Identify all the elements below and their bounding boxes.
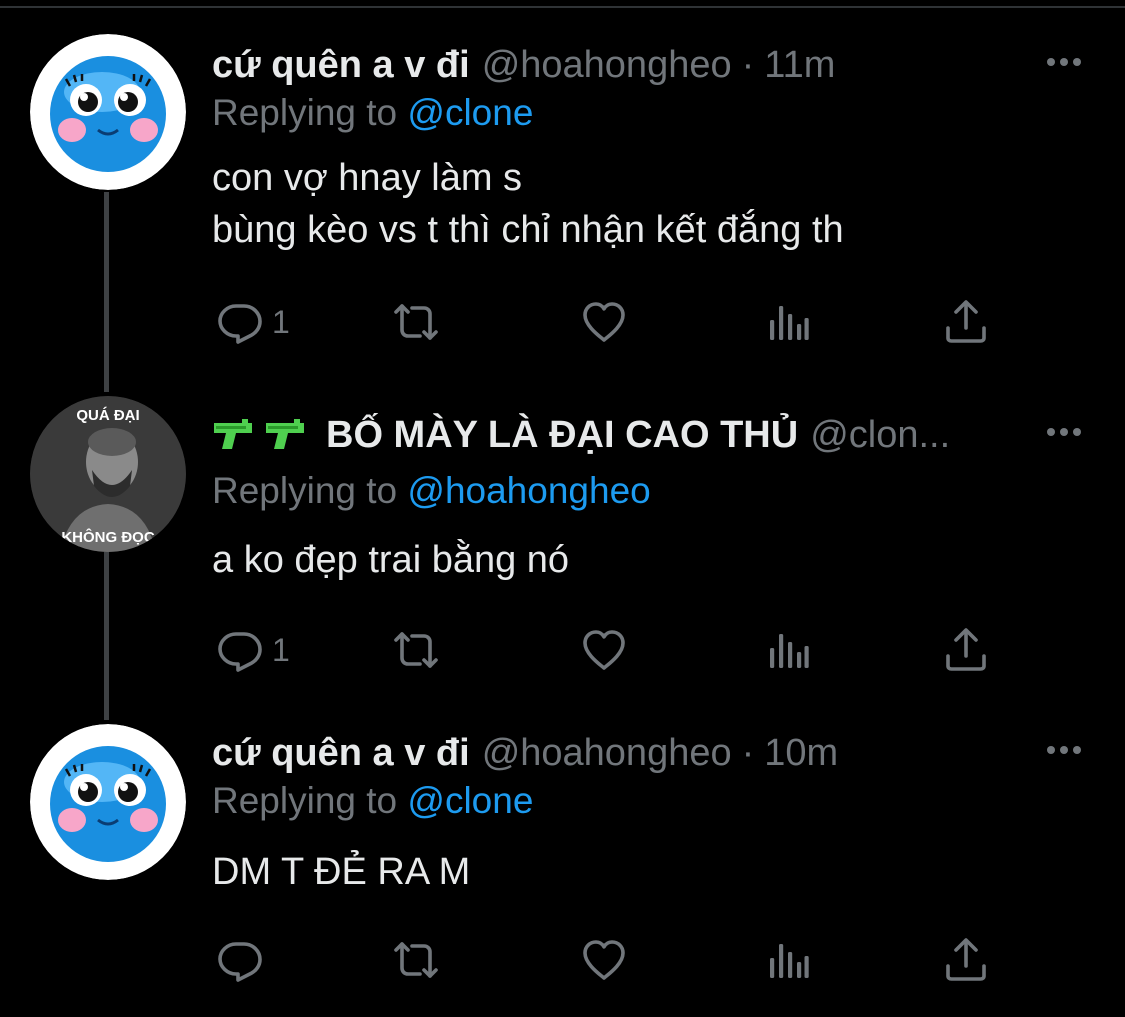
replying-prefix: Replying to <box>212 470 398 511</box>
mention-link[interactable]: @clone <box>407 780 533 821</box>
water-pistol-icon <box>214 419 252 449</box>
views-button[interactable] <box>764 626 812 674</box>
views-button[interactable] <box>764 936 812 984</box>
more-icon[interactable] <box>1047 746 1081 754</box>
like-button[interactable] <box>580 298 628 346</box>
reply-icon <box>216 298 264 346</box>
share-button[interactable] <box>942 626 990 674</box>
replying-to: Replying to @clone <box>212 780 533 822</box>
views-icon <box>764 936 812 984</box>
user-handle[interactable]: @hoahongheo <box>482 732 732 775</box>
timestamp[interactable]: 11m <box>764 44 835 87</box>
views-icon <box>764 626 812 674</box>
avatar[interactable] <box>30 724 186 880</box>
tweet[interactable]: cứ quên a v đi @hoahongheo · 10m Replyin… <box>0 728 1125 1008</box>
tweet[interactable]: cứ quên a v đi @hoahongheo · 11m Replyin… <box>0 40 1125 370</box>
action-bar: 1 <box>212 626 992 676</box>
views-icon <box>764 298 812 346</box>
reply-button[interactable]: 1 <box>216 298 290 346</box>
mention-link[interactable]: @hoahongheo <box>407 470 650 511</box>
retweet-icon <box>392 626 440 674</box>
like-button[interactable] <box>580 936 628 984</box>
reply-icon <box>216 626 264 674</box>
share-icon <box>942 936 990 984</box>
heart-icon <box>580 298 628 346</box>
avatar-caption-bottom: KHÔNG ĐỌC <box>61 528 155 546</box>
retweet-button[interactable] <box>392 626 440 674</box>
more-icon[interactable] <box>1047 58 1081 66</box>
avatar[interactable] <box>30 34 186 190</box>
avatar[interactable]: QUÁ ĐẠI KHÔNG ĐỌC <box>30 396 186 552</box>
display-name[interactable]: cứ quên a v đi <box>212 44 470 87</box>
separator-dot: · <box>741 731 755 774</box>
views-button[interactable] <box>764 298 812 346</box>
retweet-button[interactable] <box>392 936 440 984</box>
retweet-button[interactable] <box>392 298 440 346</box>
action-bar <box>212 936 992 986</box>
avatar-caption-top: QUÁ ĐẠI <box>76 407 139 424</box>
heart-icon <box>580 626 628 674</box>
avatar-image <box>30 34 186 190</box>
replying-prefix: Replying to <box>212 92 398 133</box>
share-icon <box>942 298 990 346</box>
mention-link[interactable]: @clone <box>407 92 533 133</box>
retweet-icon <box>392 298 440 346</box>
top-divider <box>0 0 1125 8</box>
tweet-text: con vợ hnay làm s bùng kèo vs t thì chỉ … <box>212 157 844 251</box>
water-pistol-icon <box>266 419 304 449</box>
tweet-header: BỐ MÀY LÀ ĐẠI CAO THỦ @clon... <box>212 410 950 460</box>
avatar-image <box>30 724 186 880</box>
replying-prefix: Replying to <box>212 780 398 821</box>
share-button[interactable] <box>942 298 990 346</box>
display-name[interactable]: BỐ MÀY LÀ ĐẠI CAO THỦ <box>326 414 798 457</box>
reply-button[interactable] <box>216 936 264 984</box>
tweet[interactable]: QUÁ ĐẠI KHÔNG ĐỌC BỐ MÀY LÀ ĐẠI CAO THỦ … <box>0 396 1125 700</box>
tweet-header: cứ quên a v đi @hoahongheo · 10m <box>212 728 838 778</box>
avatar-image: QUÁ ĐẠI KHÔNG ĐỌC <box>30 396 186 552</box>
tweet-text: a ko đẹp trai bằng nó <box>212 539 570 581</box>
reply-count: 1 <box>272 303 290 340</box>
timestamp[interactable]: 10m <box>764 732 838 775</box>
replying-to: Replying to @clone <box>212 92 533 134</box>
replying-to: Replying to @hoahongheo <box>212 470 651 512</box>
user-handle[interactable]: @clon... <box>810 414 950 457</box>
reply-button[interactable]: 1 <box>216 626 290 674</box>
tweet-header: cứ quên a v đi @hoahongheo · 11m <box>212 40 835 90</box>
user-handle[interactable]: @hoahongheo <box>482 44 732 87</box>
share-icon <box>942 626 990 674</box>
retweet-icon <box>392 936 440 984</box>
tweet-text: DM T ĐẺ RA M <box>212 851 471 893</box>
heart-icon <box>580 936 628 984</box>
reply-count: 1 <box>272 631 290 668</box>
reply-icon <box>216 936 264 984</box>
more-icon[interactable] <box>1047 428 1081 436</box>
separator-dot: · <box>741 43 755 86</box>
action-bar: 1 <box>212 298 992 348</box>
display-name[interactable]: cứ quên a v đi <box>212 732 470 775</box>
share-button[interactable] <box>942 936 990 984</box>
like-button[interactable] <box>580 626 628 674</box>
